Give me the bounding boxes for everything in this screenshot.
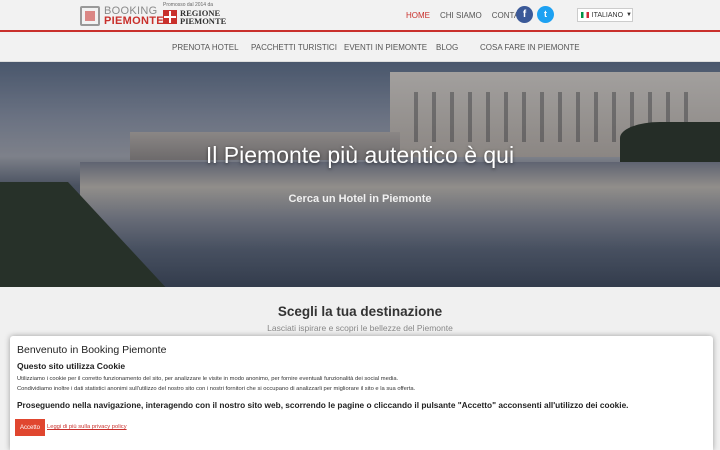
cookie-text-2: Condividiamo inoltre i dati statistici a… xyxy=(17,386,416,392)
privacy-policy-link[interactable]: Leggi di più sulla privacy policy xyxy=(47,424,127,430)
nav-pacchetti-turistici[interactable]: PACCHETTI TURISTICI xyxy=(251,43,337,52)
language-label: ITALIANO xyxy=(591,11,624,19)
twitter-icon[interactable]: t xyxy=(537,6,554,23)
booking-piemonte-logo[interactable]: BOOKING PIEMONTE xyxy=(80,6,164,27)
nav-prenota-hotel[interactable]: PRENOTA HOTEL xyxy=(172,43,239,52)
hero-banner: Il Piemonte più autentico è qui Cerca un… xyxy=(0,62,720,287)
accept-button[interactable]: Accetto xyxy=(15,419,45,436)
language-select[interactable]: ITALIANO ▼ xyxy=(577,8,633,22)
hero-title: Il Piemonte più autentico è qui xyxy=(205,142,515,168)
cookie-title: Benvenuto in Booking Piemonte xyxy=(17,344,167,356)
caret-down-icon: ▼ xyxy=(626,12,632,18)
logo-line-2: PIEMONTE xyxy=(104,15,164,27)
nav-blog[interactable]: BLOG xyxy=(436,43,458,52)
destination-subtitle: Lasciati ispirare e scopri le bellezze d… xyxy=(267,323,453,333)
regione-piemonte-logo[interactable]: Promosso dal 2014 da REGIONE PIEMONTE xyxy=(163,2,226,25)
cookie-subtitle: Questo sito utilizza Cookie xyxy=(17,361,126,371)
main-nav: PRENOTA HOTEL PACCHETTI TURISTICI EVENTI… xyxy=(0,34,720,62)
nav-cosa-fare[interactable]: COSA FARE IN PIEMONTE xyxy=(480,43,580,52)
topnav-chi-siamo[interactable]: CHI SIAMO xyxy=(440,11,482,20)
logo-icon xyxy=(80,6,100,26)
nav-eventi-in-piemonte[interactable]: EVENTI IN PIEMONTE xyxy=(344,43,427,52)
facebook-icon[interactable]: f xyxy=(516,6,533,23)
topnav-home[interactable]: HOME xyxy=(406,11,430,20)
regione-line-2: PIEMONTE xyxy=(180,16,227,26)
cookie-banner: Benvenuto in Booking Piemonte Questo sit… xyxy=(10,336,713,450)
cookie-text-1: Utilizziamo i cookie per il corretto fun… xyxy=(17,376,399,382)
top-bar: BOOKING PIEMONTE Promosso dal 2014 da RE… xyxy=(0,0,720,32)
cookie-consent-text: Proseguendo nella navigazione, interagen… xyxy=(17,400,629,410)
destination-title: Scegli la tua destinazione xyxy=(277,304,443,319)
hero-subtitle[interactable]: Cerca un Hotel in Piemonte xyxy=(0,193,720,205)
regione-cross-icon xyxy=(163,10,177,24)
italy-flag-icon xyxy=(581,12,589,18)
